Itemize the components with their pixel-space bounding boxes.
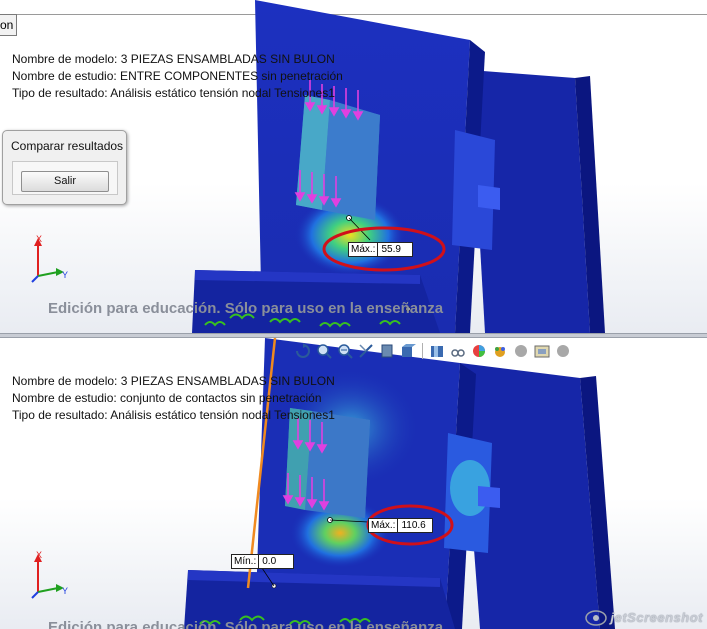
jetscreenshot-text: jetScreenshot	[610, 609, 703, 625]
view-orientation-icon[interactable]	[399, 342, 417, 360]
compare-results-panel: Comparar resultados Salir	[2, 130, 127, 205]
max-value-tag-top: Máx.: 55.9	[348, 242, 414, 257]
triad-axes-icon-top: X Y	[31, 234, 68, 283]
top-viewport[interactable]: on Nombre de modelo: 3 PIEZAS ENSAMBLADA…	[0, 0, 707, 333]
exit-button[interactable]: Salir	[21, 171, 109, 192]
study-name-text: Nombre de estudio: conjunto de contactos…	[12, 391, 322, 405]
svg-text:Y: Y	[62, 586, 68, 596]
hide-show-icon[interactable]	[428, 342, 446, 360]
svg-text:X: X	[36, 234, 42, 244]
svg-text:Y: Y	[62, 270, 68, 280]
max-value: 55.9	[378, 242, 414, 257]
min-label: Mín.:	[231, 554, 260, 569]
zoom-in-icon[interactable]	[336, 342, 354, 360]
result-type-text: Tipo de resultado: Análisis estático ten…	[12, 86, 335, 100]
education-watermark-top: Edición para educación. Sólo para uso en…	[48, 300, 444, 317]
min-value-tag-bottom: Mín.: 0.0	[231, 554, 295, 569]
jetscreenshot-logo: jetScreenshot	[584, 607, 703, 627]
section-view-icon[interactable]	[357, 342, 375, 360]
max-value: 110.6	[398, 518, 434, 533]
toolbar-separator	[422, 343, 423, 359]
svg-text:X: X	[36, 550, 42, 560]
model-name-text: Nombre de modelo: 3 PIEZAS ENSAMBLADAS S…	[12, 374, 335, 388]
model-name-text: Nombre de modelo: 3 PIEZAS ENSAMBLADAS S…	[12, 52, 335, 66]
result-type-text: Tipo de resultado: Análisis estático ten…	[12, 408, 335, 422]
compare-results-frame: Salir	[12, 161, 118, 195]
study-name-text: Nombre de estudio: ENTRE COMPONENTES sin…	[12, 69, 343, 83]
camera-logo-icon	[584, 610, 607, 626]
screen-capture-icon[interactable]	[533, 342, 551, 360]
max-label: Máx.:	[368, 518, 399, 533]
display-style-icon[interactable]	[378, 342, 396, 360]
scene-icon[interactable]	[470, 342, 488, 360]
max-value-tag-bottom: Máx.: 110.6	[368, 518, 434, 533]
triad-axes-icon-bottom: X Y	[31, 550, 68, 599]
rotate-icon[interactable]	[294, 342, 312, 360]
model-info-top: Nombre de modelo: 3 PIEZAS ENSAMBLADAS S…	[12, 51, 343, 102]
view-settings-icon[interactable]	[491, 342, 509, 360]
appearance-icon[interactable]	[449, 342, 467, 360]
render-tools-icon[interactable]	[554, 342, 572, 360]
model-info-bottom: Nombre de modelo: 3 PIEZAS ENSAMBLADAS S…	[12, 373, 335, 424]
bottom-viewport[interactable]: Nombre de modelo: 3 PIEZAS ENSAMBLADAS S…	[0, 338, 707, 629]
compare-results-title: Comparar resultados	[11, 139, 124, 153]
render-icon[interactable]	[512, 342, 530, 360]
min-value: 0.0	[259, 554, 295, 569]
education-watermark-bottom: Edición para educación. Sólo para uso en…	[48, 619, 444, 629]
zoom-to-fit-icon[interactable]	[315, 342, 333, 360]
max-label: Máx.:	[348, 242, 379, 257]
heads-up-view-toolbar	[294, 341, 572, 361]
